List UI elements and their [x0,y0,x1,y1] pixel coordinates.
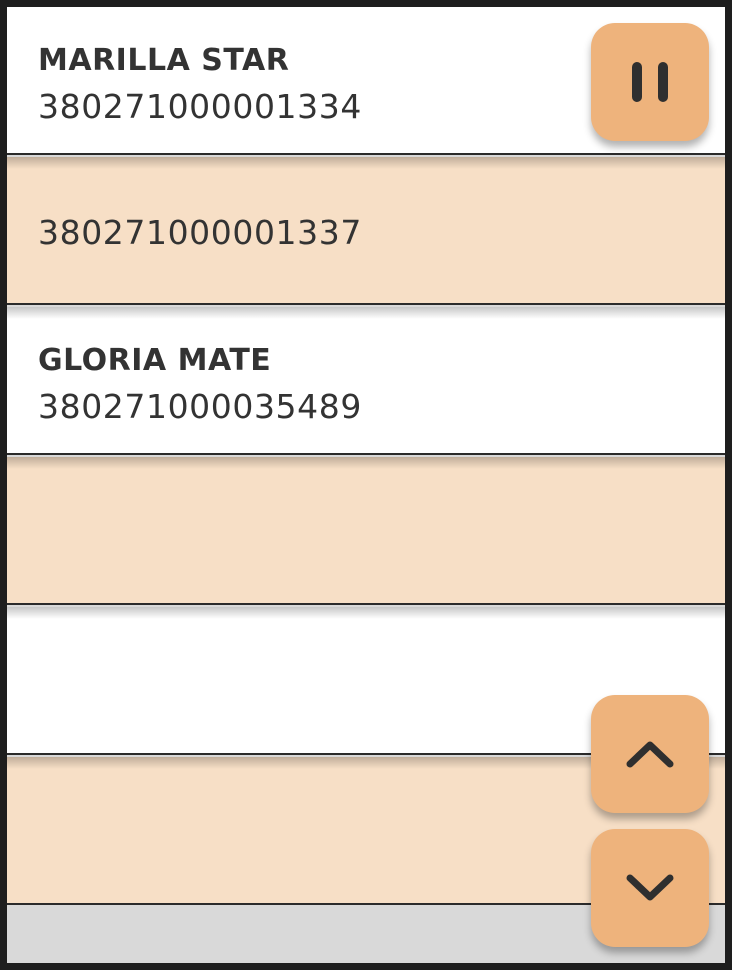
list-item[interactable]: GLORIA MATE 380271000035489 [7,307,725,455]
list-item[interactable] [7,457,725,605]
item-number: 380271000001334 [38,87,362,126]
chevron-up-icon [626,741,674,768]
list-item[interactable]: 380271000001337 [7,157,725,305]
item-name: MARILLA STAR [38,43,290,78]
row-shadow [7,457,725,469]
row-shadow [7,607,725,619]
scrolling-list-frame: MARILLA STAR 380271000001334 38027100000… [7,7,725,963]
pause-icon [632,62,668,102]
row-shadow [7,307,725,319]
item-number: 380271000035489 [38,387,362,426]
scroll-down-button[interactable] [591,829,709,947]
chevron-down-icon [626,874,674,901]
row-shadow [7,157,725,169]
scroll-up-button[interactable] [591,695,709,813]
pause-button[interactable] [591,23,709,141]
item-name: GLORIA MATE [38,343,272,378]
item-number: 380271000001337 [38,213,362,252]
